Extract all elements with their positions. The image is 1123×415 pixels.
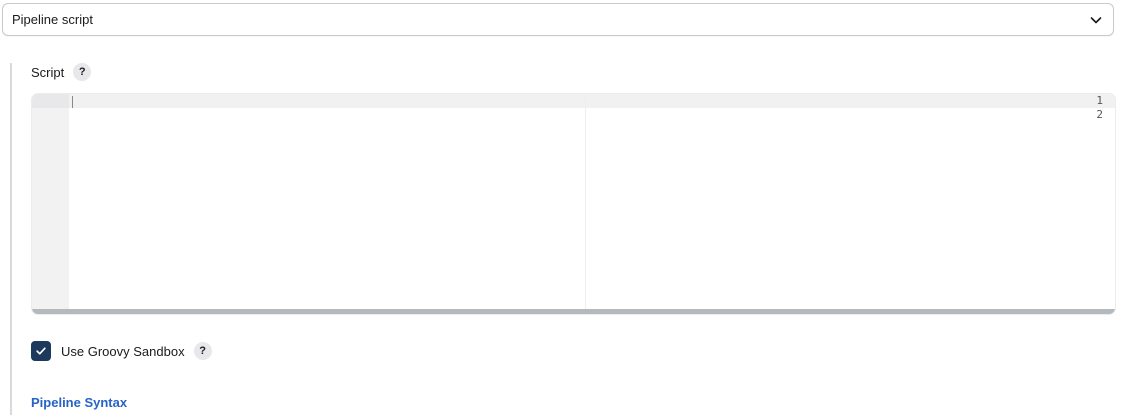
pipeline-syntax-link[interactable]: Pipeline Syntax	[31, 395, 127, 410]
sandbox-help-icon[interactable]: ?	[193, 342, 212, 360]
script-label-row: Script ?	[31, 63, 92, 81]
chevron-down-icon	[1089, 13, 1103, 27]
line-number: 1	[1096, 94, 1103, 107]
script-editor[interactable]: 1 2	[31, 93, 1116, 315]
definition-select-value: Pipeline script	[12, 12, 93, 27]
checkmark-icon	[36, 347, 46, 355]
text-cursor	[72, 96, 73, 108]
script-label: Script	[31, 64, 65, 80]
gutter-active-line	[32, 94, 69, 108]
script-help-icon[interactable]: ?	[73, 63, 92, 81]
definition-select[interactable]: Pipeline script	[2, 3, 1114, 36]
editor-horizontal-scrollbar[interactable]	[32, 309, 1115, 314]
groovy-sandbox-checkbox[interactable]	[31, 341, 51, 361]
pipeline-script-section: Script ? 1 2 Use Groovy Sandbox ? Pipeli…	[10, 63, 1116, 415]
editor-active-line	[69, 94, 1115, 108]
editor-gutter	[32, 94, 69, 314]
editor-print-margin	[585, 94, 586, 314]
groovy-sandbox-row: Use Groovy Sandbox ?	[31, 341, 212, 361]
line-number: 2	[1096, 108, 1103, 121]
groovy-sandbox-label[interactable]: Use Groovy Sandbox	[61, 344, 185, 359]
